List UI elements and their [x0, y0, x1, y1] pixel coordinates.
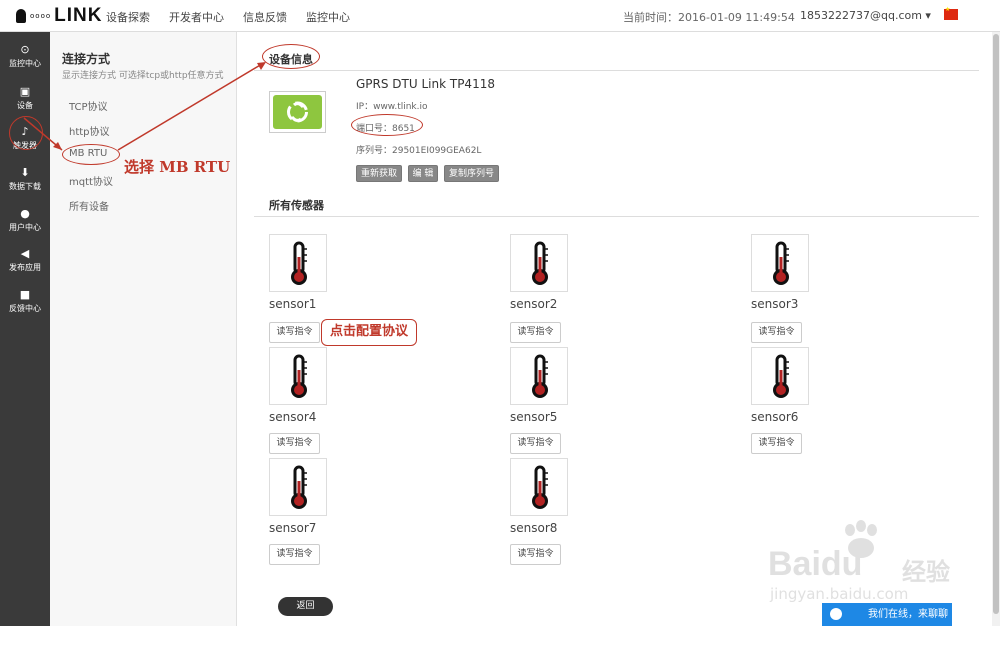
chat-widget[interactable]: 我们在线，来聊聊吧: [822, 603, 952, 643]
chat-label: 我们在线，来聊聊吧: [868, 609, 948, 643]
chat-bubble-icon: [830, 608, 842, 620]
watermark-cn: 经验: [902, 558, 950, 586]
scrollbar-thumb[interactable]: [993, 34, 999, 614]
annotation-config-protocol: 点击配置协议: [321, 319, 417, 346]
watermark-brand: Baidu: [768, 545, 863, 583]
scrollbar[interactable]: [992, 32, 1000, 626]
watermark-url: jingyan.baidu.com: [770, 585, 909, 603]
baidu-watermark: Baidu 经验 jingyan.baidu.com: [768, 520, 988, 610]
annotation-select-mbrtu: 选择 MB RTU: [124, 158, 231, 176]
